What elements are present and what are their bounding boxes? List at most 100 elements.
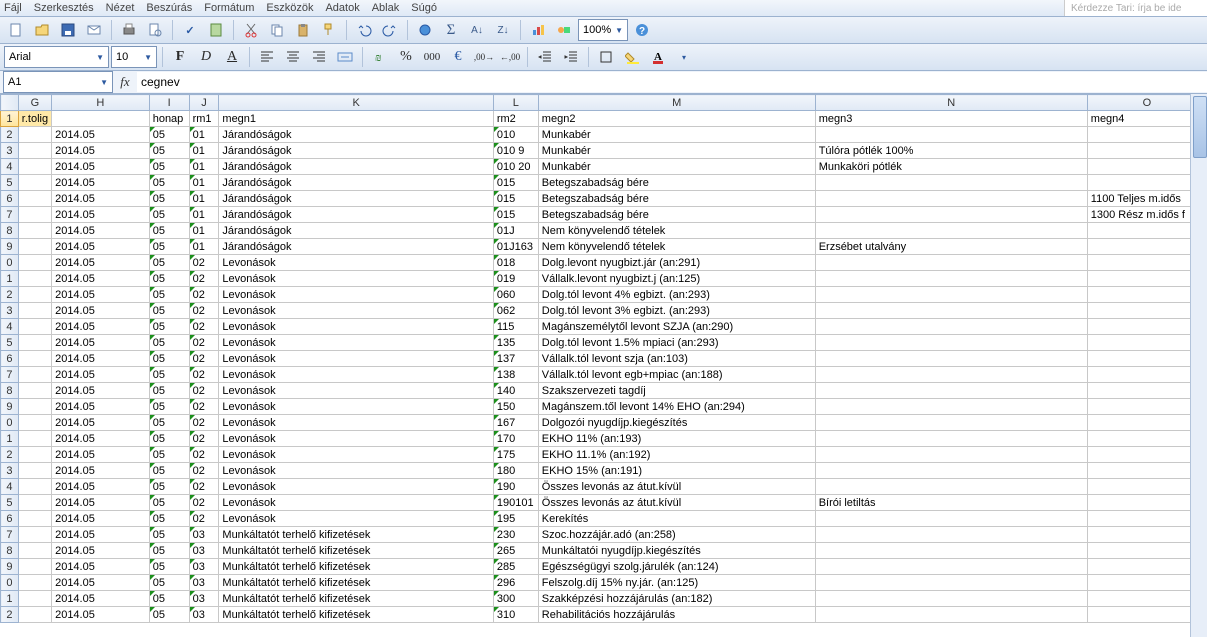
cell[interactable] [1087,463,1206,479]
cell[interactable]: Túlóra pótlék 100% [815,143,1087,159]
cell[interactable]: Járandóságok [219,191,493,207]
cell[interactable] [18,159,51,175]
cell[interactable]: 2014.05 [52,223,150,239]
cell[interactable] [18,511,51,527]
cell[interactable]: 190101 [493,495,538,511]
cell[interactable]: 05 [149,511,189,527]
cell[interactable]: Vállalk.tól levont egb+mpiac (an:188) [538,367,815,383]
cell[interactable]: 05 [149,591,189,607]
cell[interactable]: 2014.05 [52,559,150,575]
cell[interactable]: Munkáltatót terhelő kifizetések [219,559,493,575]
cell[interactable]: 2014.05 [52,367,150,383]
cell[interactable]: Rehabilitációs hozzájárulás [538,607,815,623]
cell[interactable] [1087,527,1206,543]
cell[interactable]: Munkáltatót terhelő kifizetések [219,543,493,559]
bold-button[interactable]: F [168,45,192,69]
cell[interactable]: 05 [149,607,189,623]
cell[interactable]: 2014.05 [52,255,150,271]
cell[interactable]: Dolg.tól levont 1.5% mpiaci (an:293) [538,335,815,351]
cell[interactable]: 03 [189,527,219,543]
cell[interactable] [18,447,51,463]
cell[interactable] [18,495,51,511]
cell[interactable] [18,367,51,383]
cell[interactable] [1087,511,1206,527]
cell[interactable]: 01J [493,223,538,239]
row-header[interactable]: 8 [1,383,19,399]
cell[interactable]: 2014.05 [52,335,150,351]
scrollbar-thumb[interactable] [1193,96,1207,158]
row-header[interactable]: 3 [1,303,19,319]
copy-icon[interactable] [265,18,289,42]
menu-data[interactable]: Adatok [325,2,359,14]
cell[interactable] [18,431,51,447]
name-box[interactable]: A1▼ [3,71,113,93]
cell[interactable]: 02 [189,335,219,351]
cell[interactable]: Egészségügyi szolg.járulék (an:124) [538,559,815,575]
cell[interactable]: Betegszabadság bére [538,191,815,207]
row-header[interactable]: 0 [1,415,19,431]
column-header-M[interactable]: M [538,95,815,111]
cell[interactable] [1087,159,1206,175]
cell[interactable]: 2014.05 [52,495,150,511]
select-all-corner[interactable] [1,95,19,111]
cell[interactable]: Betegszabadság bére [538,175,815,191]
column-header-N[interactable]: N [815,95,1087,111]
cell[interactable] [1087,543,1206,559]
row-header[interactable]: 2 [1,447,19,463]
cell[interactable]: 02 [189,383,219,399]
cell[interactable]: 300 [493,591,538,607]
underline-button[interactable]: A [220,45,244,69]
cell[interactable]: 02 [189,255,219,271]
cell[interactable]: Kerekítés [538,511,815,527]
menu-file[interactable]: Fájl [4,2,22,14]
cell[interactable]: 02 [189,463,219,479]
cell[interactable]: 310 [493,607,538,623]
search-help-box[interactable]: Kérdezze Tari: írja be ide [1064,0,1207,16]
cell[interactable]: Szoc.hozzájár.adó (an:258) [538,527,815,543]
cell[interactable] [1087,447,1206,463]
cell[interactable] [18,271,51,287]
cell[interactable]: 02 [189,399,219,415]
column-header-J[interactable]: J [189,95,219,111]
save-icon[interactable] [56,18,80,42]
row-header[interactable]: 8 [1,543,19,559]
paste-icon[interactable] [291,18,315,42]
font-color-button[interactable]: A [646,45,670,69]
row-header[interactable]: 4 [1,159,19,175]
menu-tools[interactable]: Eszközök [266,2,313,14]
cell[interactable] [815,415,1087,431]
cell[interactable] [1087,335,1206,351]
cell[interactable] [18,319,51,335]
cell[interactable] [18,191,51,207]
cell[interactable]: 05 [149,223,189,239]
cell[interactable]: 2014.05 [52,607,150,623]
cell[interactable] [18,255,51,271]
cell[interactable]: 230 [493,527,538,543]
toolbar-options-button[interactable]: ▾ [672,45,696,69]
cell[interactable]: 05 [149,463,189,479]
cell[interactable]: 05 [149,175,189,191]
cell[interactable] [1087,271,1206,287]
cell[interactable]: 2014.05 [52,271,150,287]
row-header[interactable]: 7 [1,527,19,543]
cell[interactable]: 2014.05 [52,287,150,303]
cell[interactable]: 05 [149,431,189,447]
cell[interactable] [1087,303,1206,319]
cell[interactable] [815,367,1087,383]
cell[interactable]: 05 [149,207,189,223]
cell[interactable]: Nem könyvelendő tételek [538,223,815,239]
print-icon[interactable] [117,18,141,42]
row-header[interactable]: 0 [1,255,19,271]
cell[interactable] [815,527,1087,543]
cell[interactable]: 05 [149,239,189,255]
cell[interactable]: Munkabér [538,143,815,159]
cell[interactable]: Levonások [219,271,493,287]
cell[interactable]: 05 [149,191,189,207]
cell[interactable]: megn4 [1087,111,1206,127]
cell[interactable]: Levonások [219,399,493,415]
row-header[interactable]: 2 [1,607,19,623]
cell[interactable]: 135 [493,335,538,351]
cell[interactable] [815,559,1087,575]
row-header[interactable]: 1 [1,111,19,127]
row-header[interactable]: 7 [1,367,19,383]
